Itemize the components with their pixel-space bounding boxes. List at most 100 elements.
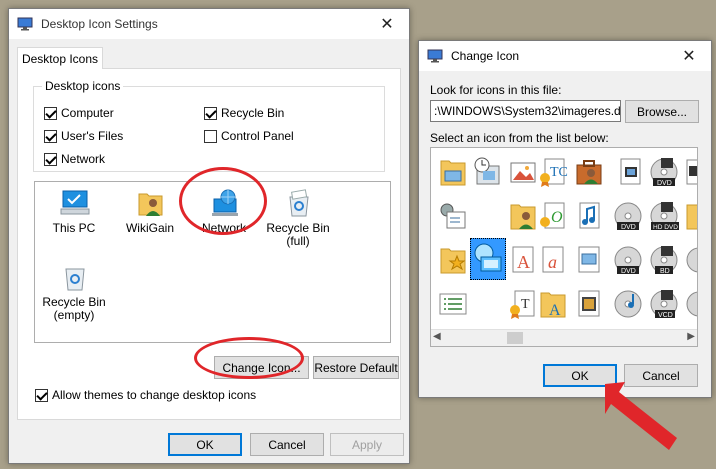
partial-disc-icon-2[interactable]: [685, 288, 697, 320]
certificate-text-icon[interactable]: T: [507, 288, 539, 320]
file-path-input[interactable]: :\WINDOWS\System32\imageres.dll: [430, 100, 621, 122]
recycle-empty-line1: Recycle Bin: [42, 295, 106, 309]
scroll-right-icon[interactable]: ▶: [687, 331, 695, 342]
network-checkbox[interactable]: Network: [44, 151, 105, 167]
icon-wikigain[interactable]: WikiGain: [111, 188, 189, 235]
network-highlight-ring: [179, 167, 267, 235]
vcd-disc-icon[interactable]: VCD: [649, 288, 681, 320]
svg-text:TC: TC: [550, 165, 568, 180]
icon-this-pc[interactable]: This PC: [35, 188, 113, 235]
bd-disc-icon[interactable]: BD: [649, 244, 681, 276]
apply-button[interactable]: Apply: [330, 433, 404, 456]
network-places-icon: [474, 243, 502, 272]
ok-button[interactable]: OK: [168, 433, 242, 456]
disc-label: DVD: [657, 180, 672, 187]
list-icon[interactable]: [437, 288, 469, 320]
icon-label: WikiGain: [125, 221, 174, 235]
recycle-empty-line2: (empty): [53, 308, 95, 322]
settings-checklist-icon[interactable]: [437, 200, 469, 232]
icon-label: Recycle Bin (empty): [35, 296, 113, 322]
icon-label: Recycle Bin (full): [259, 222, 337, 248]
checkbox-label: Control Panel: [221, 129, 294, 143]
scroll-left-icon[interactable]: ◀: [433, 331, 441, 342]
picture-folder-icon[interactable]: [437, 156, 469, 188]
allow-themes-checkbox[interactable]: Allow themes to change desktop icons: [35, 387, 256, 403]
apply-label: Apply: [351, 437, 383, 452]
icon-recycle-bin-full[interactable]: Recycle Bin (full): [259, 188, 337, 248]
browse-button[interactable]: Browse...: [625, 100, 699, 123]
checkbox-label: Network: [61, 152, 106, 166]
desktop-icon-settings-dialog: Desktop Icon Settings ✕ Desktop Icons De…: [8, 8, 410, 464]
certificate-font-icon[interactable]: TC: [537, 156, 569, 188]
music-note-icon[interactable]: [573, 200, 605, 232]
photo-icon[interactable]: [507, 156, 539, 188]
ok-label: OK: [571, 368, 589, 383]
dvd-disc-icon[interactable]: DVD: [613, 200, 645, 232]
ok-label: OK: [196, 437, 214, 452]
partial-video-icon[interactable]: [685, 156, 697, 188]
computer-checkbox[interactable]: Computer: [44, 105, 114, 121]
control-panel-checkbox[interactable]: Control Panel: [204, 128, 294, 144]
partial-disc-icon[interactable]: [685, 244, 697, 276]
cancel-label: Cancel: [268, 437, 306, 452]
users-files-checkbox[interactable]: User's Files: [44, 128, 123, 144]
dvd-disc-icon[interactable]: DVD: [613, 244, 645, 276]
font-italic-icon[interactable]: a: [537, 244, 569, 276]
checkbox-box[interactable]: [35, 388, 48, 402]
hd-dvd-icon[interactable]: HD DVD: [649, 200, 681, 232]
checkbox-label: Allow themes to change desktop icons: [52, 388, 257, 402]
icon-recycle-bin-empty[interactable]: Recycle Bin (empty): [35, 262, 113, 322]
checkbox-box[interactable]: [44, 129, 57, 143]
change-icon-dialog: Change Icon ✕ Look for icons in this fil…: [418, 40, 712, 398]
svg-text:O: O: [551, 209, 563, 226]
disc-label: HD DVD: [653, 224, 678, 231]
certificate-script-icon[interactable]: O: [537, 200, 569, 232]
svg-text:T: T: [521, 297, 530, 312]
checkbox-box[interactable]: [204, 106, 217, 120]
recycle-bin-checkbox[interactable]: Recycle Bin: [204, 105, 284, 121]
close-icon[interactable]: ✕: [667, 41, 711, 71]
svg-text:a: a: [548, 252, 557, 272]
user-briefcase-icon[interactable]: [573, 156, 605, 188]
checkbox-label: Computer: [61, 106, 114, 120]
title-bar[interactable]: Change Icon ✕: [419, 41, 711, 71]
svg-text:A: A: [517, 252, 530, 272]
restore-default-button[interactable]: Restore Default: [313, 356, 399, 379]
disc-label: BD: [660, 268, 670, 275]
tab-label: Desktop Icons: [21, 51, 99, 66]
select-icon-label: Select an icon from the list below:: [430, 131, 609, 145]
change-icon-app-icon: [427, 49, 443, 63]
favorites-folder-icon[interactable]: [437, 244, 469, 276]
image-document-icon[interactable]: [573, 244, 605, 276]
cancel-button[interactable]: Cancel: [250, 433, 324, 456]
disc-label: DVD: [621, 268, 636, 275]
film-document-icon[interactable]: [573, 288, 605, 320]
clock-pictures-icon[interactable]: [471, 156, 503, 188]
user-folder-icon[interactable]: [507, 200, 539, 232]
restore-default-label: Restore Default: [314, 360, 398, 375]
recycle-full-line2: (full): [286, 234, 310, 248]
selected-icon-cell[interactable]: [470, 238, 506, 280]
icon-grid[interactable]: TC DVD O DVD HD DVD A a DVD BD T A VCD ◀…: [430, 147, 698, 347]
disc-label: VCD: [658, 312, 673, 319]
title-bar[interactable]: Desktop Icon Settings ✕: [9, 9, 409, 39]
window-title: Desktop Icon Settings: [41, 17, 158, 31]
tab-desktop-icons[interactable]: Desktop Icons: [17, 47, 103, 69]
partial-folder-icon[interactable]: [685, 200, 697, 232]
horizontal-scrollbar[interactable]: ◀ ▶: [431, 329, 697, 346]
svg-text:A: A: [549, 302, 561, 319]
file-path-value: :\WINDOWS\System32\imageres.dll: [434, 104, 621, 118]
change-icon-highlight-ring: [194, 337, 304, 379]
music-disc-icon[interactable]: [613, 288, 645, 320]
font-document-icon[interactable]: A: [507, 244, 539, 276]
checkbox-box[interactable]: [44, 106, 57, 120]
checkbox-box[interactable]: [44, 152, 57, 166]
scroll-thumb[interactable]: [507, 332, 523, 344]
video-document-icon[interactable]: [613, 156, 645, 188]
font-folder-icon[interactable]: A: [537, 288, 569, 320]
close-icon[interactable]: ✕: [365, 9, 409, 39]
look-for-label: Look for icons in this file:: [430, 83, 562, 97]
checkbox-box[interactable]: [204, 129, 217, 143]
dvd-icon[interactable]: DVD: [649, 156, 681, 188]
icon-label: This PC: [52, 221, 96, 235]
